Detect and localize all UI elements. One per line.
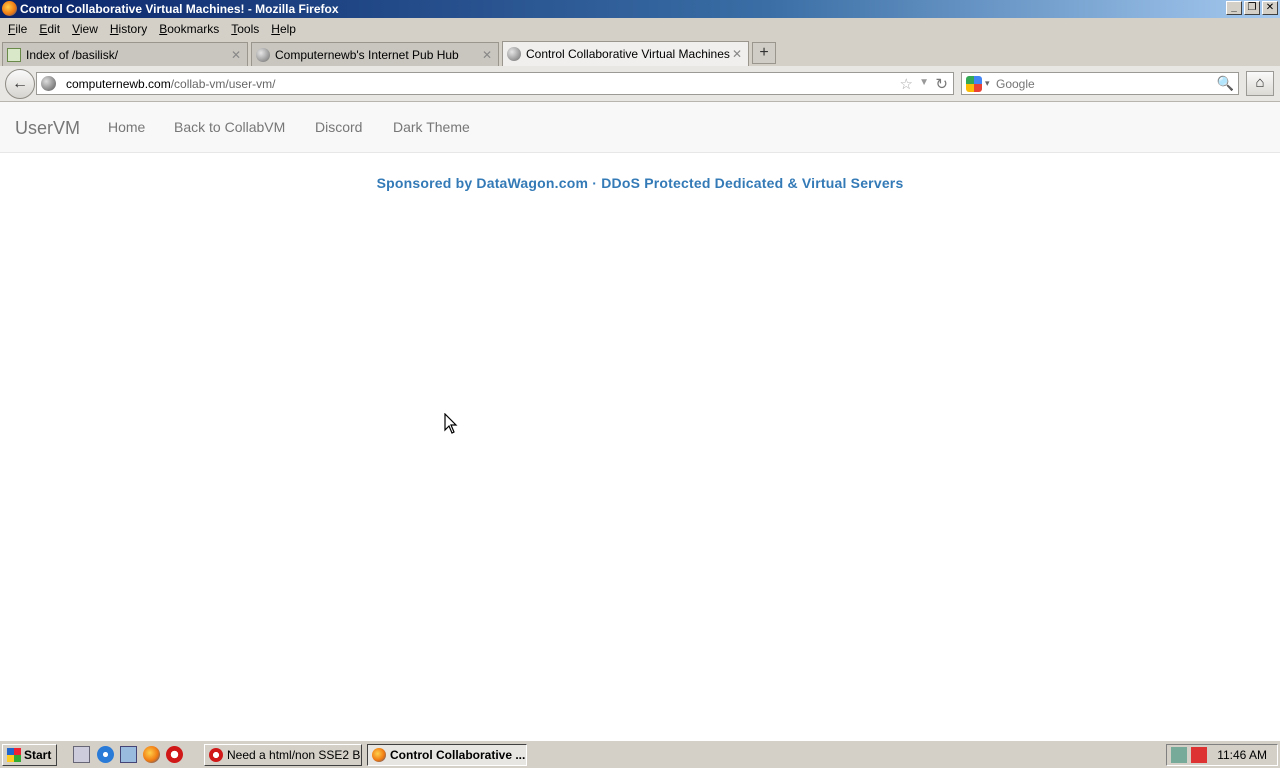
menu-label: elp bbox=[279, 22, 296, 36]
url-host: computernewb.com bbox=[66, 77, 171, 91]
reload-icon[interactable]: ↻ bbox=[935, 75, 948, 93]
back-button[interactable]: ← bbox=[5, 69, 35, 99]
taskbar-button-opera[interactable]: Need a html/non SSE2 Br... bbox=[204, 744, 362, 766]
home-button[interactable]: ⌂ bbox=[1246, 71, 1274, 96]
desktop-screen: Control Collaborative Virtual Machines! … bbox=[0, 0, 1280, 768]
tab-label: Computernewb's Internet Pub Hub bbox=[275, 47, 459, 62]
url-path: /collab-vm/user-vm/ bbox=[170, 77, 276, 91]
tab-index-basilisk[interactable]: Index of /basilisk/ ✕ bbox=[2, 42, 248, 66]
globe-icon bbox=[507, 47, 521, 61]
taskbar: Start Need a html/non SSE2 Br... Control… bbox=[0, 740, 1280, 768]
menu-file[interactable]: File bbox=[2, 22, 33, 36]
menu-bar: File Edit View History Bookmarks Tools H… bbox=[0, 18, 1280, 40]
bookmark-star-icon[interactable]: ☆ bbox=[900, 75, 913, 93]
tab-label: Index of /basilisk/ bbox=[26, 47, 119, 62]
menu-label: ools bbox=[237, 22, 260, 36]
restore-button[interactable]: ❐ bbox=[1244, 1, 1260, 15]
opera-icon bbox=[209, 748, 223, 762]
menu-label: ile bbox=[15, 22, 28, 36]
internet-explorer-icon[interactable] bbox=[97, 746, 114, 763]
windows-logo-icon bbox=[7, 748, 21, 762]
menu-label: istory bbox=[118, 22, 148, 36]
mouse-pointer-icon bbox=[444, 413, 458, 434]
opera-icon[interactable] bbox=[166, 746, 183, 763]
url-text[interactable]: computernewb.com/collab-vm/user-vm/ bbox=[66, 77, 275, 91]
sponsor-link[interactable]: Sponsored by DataWagon.com · DDoS Protec… bbox=[0, 175, 1280, 191]
close-tab-icon[interactable]: ✕ bbox=[730, 47, 744, 61]
show-desktop-icon[interactable] bbox=[73, 746, 90, 763]
start-label: Start bbox=[24, 748, 52, 762]
start-button[interactable]: Start bbox=[2, 744, 57, 766]
nav-link-dark-theme[interactable]: Dark Theme bbox=[393, 119, 470, 135]
site-identity-icon[interactable] bbox=[41, 76, 56, 91]
close-tab-icon[interactable]: ✕ bbox=[480, 48, 494, 62]
network-status-icon[interactable] bbox=[1171, 747, 1187, 763]
firefox-icon bbox=[372, 748, 386, 762]
menu-label: ookmarks bbox=[167, 22, 220, 36]
menu-history[interactable]: History bbox=[104, 22, 153, 36]
new-tab-button[interactable]: + bbox=[752, 42, 776, 64]
site-navbar: UserVM Home Back to CollabVM Discord Dar… bbox=[0, 102, 1280, 153]
nav-link-discord[interactable]: Discord bbox=[315, 119, 362, 135]
site-brand[interactable]: UserVM bbox=[15, 118, 80, 139]
close-window-button[interactable]: ✕ bbox=[1262, 1, 1278, 15]
search-bar[interactable]: ▾ 🔍 bbox=[961, 72, 1239, 95]
task-label: Need a html/non SSE2 Br... bbox=[227, 748, 362, 762]
window-controls: _ ❐ ✕ bbox=[1226, 1, 1278, 15]
navigation-toolbar: ← computernewb.com/collab-vm/user-vm/ ☆ … bbox=[0, 66, 1280, 102]
menu-label: dit bbox=[47, 22, 61, 36]
menu-accel: H bbox=[109, 22, 119, 36]
tab-collab-vm[interactable]: Control Collaborative Virtual Machines! … bbox=[502, 41, 749, 66]
menu-accel: V bbox=[72, 22, 80, 36]
firefox-icon[interactable] bbox=[143, 746, 160, 763]
minimize-button[interactable]: _ bbox=[1226, 1, 1242, 15]
document-icon bbox=[7, 47, 21, 62]
clock[interactable]: 11:46 AM bbox=[1217, 748, 1267, 762]
nav-link-back-to-collabvm[interactable]: Back to CollabVM bbox=[174, 119, 285, 135]
search-icon[interactable]: 🔍 bbox=[1217, 75, 1234, 92]
google-icon[interactable] bbox=[966, 76, 982, 92]
tab-label: Control Collaborative Virtual Machines! bbox=[526, 47, 730, 61]
search-input[interactable] bbox=[996, 75, 1206, 92]
window-title: Control Collaborative Virtual Machines! … bbox=[20, 2, 339, 16]
firefox-icon bbox=[2, 1, 17, 16]
globe-icon bbox=[256, 47, 270, 62]
window-titlebar[interactable]: Control Collaborative Virtual Machines! … bbox=[0, 0, 1280, 18]
tab-strip: Index of /basilisk/ ✕ Computernewb's Int… bbox=[0, 40, 1280, 66]
menu-view[interactable]: View bbox=[66, 22, 104, 36]
task-label: Control Collaborative ... bbox=[390, 748, 526, 762]
page-content: UserVM Home Back to CollabVM Discord Dar… bbox=[0, 102, 1280, 740]
menu-edit[interactable]: Edit bbox=[33, 22, 66, 36]
menu-bookmarks[interactable]: Bookmarks bbox=[153, 22, 225, 36]
menu-help[interactable]: Help bbox=[265, 22, 302, 36]
menu-label: iew bbox=[79, 22, 98, 36]
tab-internet-pub-hub[interactable]: Computernewb's Internet Pub Hub ✕ bbox=[251, 42, 499, 66]
nav-link-home[interactable]: Home bbox=[108, 119, 145, 135]
menu-accel: H bbox=[271, 22, 280, 36]
system-tray: 11:46 AM bbox=[1166, 744, 1278, 766]
engine-dropdown-icon[interactable]: ▾ bbox=[985, 78, 990, 89]
security-alert-icon[interactable] bbox=[1191, 747, 1207, 763]
network-icon[interactable] bbox=[120, 746, 137, 763]
address-bar[interactable]: computernewb.com/collab-vm/user-vm/ ☆ ▼ … bbox=[36, 72, 954, 95]
menu-tools[interactable]: Tools bbox=[225, 22, 265, 36]
history-dropdown-icon[interactable]: ▼ bbox=[919, 77, 929, 88]
taskbar-button-firefox[interactable]: Control Collaborative ... bbox=[367, 744, 527, 766]
close-tab-icon[interactable]: ✕ bbox=[229, 48, 243, 62]
